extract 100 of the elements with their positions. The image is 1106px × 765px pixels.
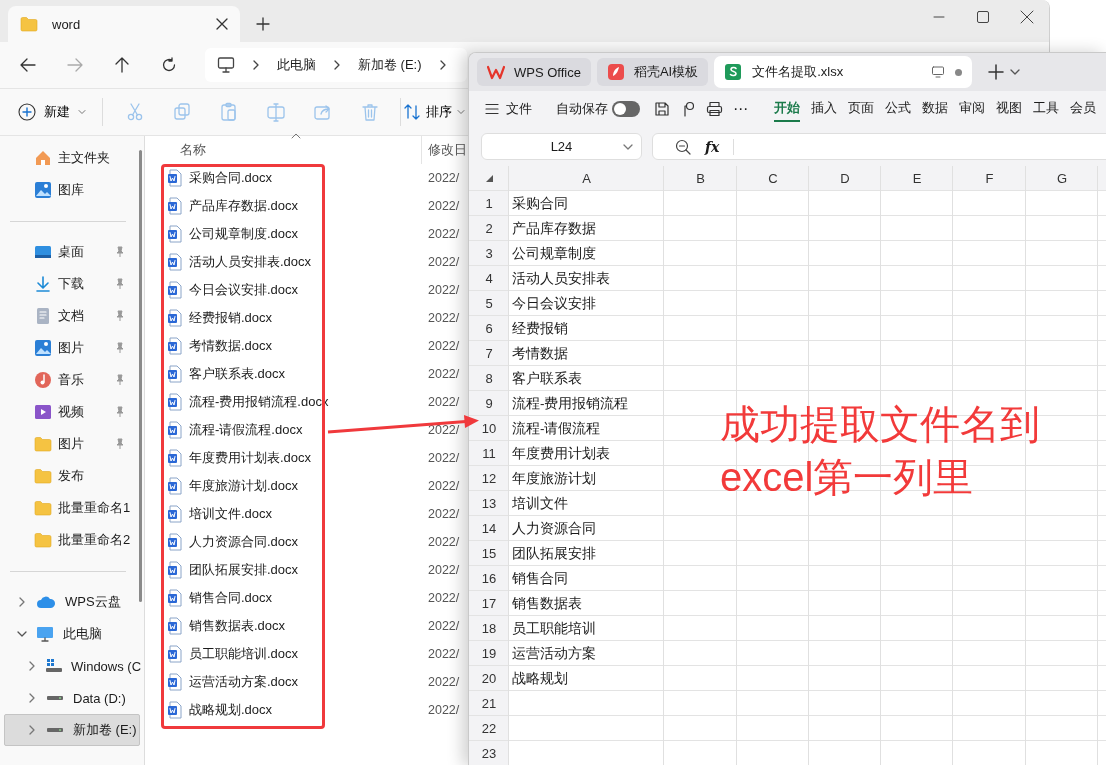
ribbon-tab[interactable]: 数据 — [922, 96, 948, 122]
row-number[interactable]: 9 — [485, 396, 493, 411]
sidebar-item[interactable]: 视频 — [0, 396, 144, 428]
ribbon-tab[interactable]: 视图 — [996, 96, 1022, 122]
column-header[interactable]: 名称 — [180, 142, 206, 157]
file-name[interactable]: 年度费用计划表.docx — [189, 449, 312, 467]
file-name[interactable]: 培训文件.docx — [189, 505, 273, 523]
ribbon-tab[interactable]: 页面 — [848, 96, 874, 122]
row-number[interactable]: 19 — [481, 646, 497, 661]
document-tab[interactable]: 文件名提取.xlsx — [714, 56, 973, 88]
row-number[interactable]: 7 — [485, 346, 493, 361]
formula-bar[interactable]: fx — [652, 133, 1106, 160]
tree-item[interactable]: WPS云盘 — [4, 586, 140, 618]
column-header[interactable]: A — [582, 171, 591, 186]
row-number[interactable]: 21 — [481, 696, 497, 711]
file-name[interactable]: 团队拓展安排.docx — [189, 561, 299, 579]
row-number[interactable]: 22 — [481, 721, 497, 736]
file-name[interactable]: 经费报销.docx — [189, 309, 273, 327]
row-number[interactable]: 1 — [485, 196, 493, 211]
row-number[interactable]: 12 — [481, 471, 497, 486]
ribbon-tab[interactable]: 开始 — [774, 96, 800, 122]
row-number[interactable]: 15 — [481, 546, 497, 561]
row-number[interactable]: 13 — [481, 496, 497, 511]
sidebar-item[interactable]: 下载 — [0, 268, 144, 300]
tree-item[interactable]: 此电脑 — [4, 618, 140, 650]
breadcrumb-item[interactable]: 此电脑 — [277, 56, 316, 74]
ribbon-tab[interactable]: 工具 — [1033, 96, 1059, 122]
sidebar-item[interactable]: 桌面 — [0, 236, 144, 268]
sidebar-item[interactable]: 批量重命名1 — [0, 492, 144, 524]
table-cell: 活动人员安排表 — [512, 269, 610, 288]
sidebar-item[interactable]: 批量重命名2 — [0, 524, 144, 556]
column-header[interactable]: D — [840, 171, 850, 186]
file-name[interactable]: 运营活动方案.docx — [189, 673, 299, 691]
row-number[interactable]: 20 — [481, 671, 497, 686]
file-name[interactable]: 今日会议安排.docx — [189, 281, 299, 299]
address-bar[interactable]: 此电脑 新加卷 (E:) — [205, 48, 467, 82]
file-name[interactable]: 产品库存数据.docx — [189, 197, 299, 215]
tree-item[interactable]: 新加卷 (E:) — [4, 714, 140, 746]
sidebar-item[interactable]: 发布 — [0, 460, 144, 492]
table-cell: 年度费用计划表 — [512, 444, 610, 463]
column-header[interactable]: B — [696, 171, 705, 186]
name-box[interactable]: L24 — [481, 133, 642, 160]
row-number[interactable]: 16 — [481, 571, 497, 586]
document-tab[interactable]: 稻壳AI模板 — [596, 58, 709, 86]
sidebar-item[interactable]: 主文件夹 — [0, 142, 144, 174]
file-name[interactable]: 活动人员安排表.docx — [189, 253, 312, 271]
window-tab[interactable]: word — [8, 6, 240, 42]
row-number[interactable]: 11 — [482, 446, 496, 461]
column-header[interactable]: E — [912, 171, 922, 186]
document-tab[interactable]: WPS Office — [477, 58, 591, 86]
row-number[interactable]: 6 — [485, 321, 493, 336]
ribbon-tab[interactable]: 审阅 — [959, 96, 985, 122]
tree-item[interactable]: Data (D:) — [4, 682, 140, 714]
column-header[interactable]: G — [1056, 171, 1068, 186]
column-header[interactable]: 修改日 — [428, 141, 467, 159]
autosave-toggle[interactable] — [612, 101, 640, 117]
word-document-icon — [167, 505, 183, 523]
table-cell: 战略规划 — [512, 669, 568, 688]
column-header[interactable]: F — [985, 171, 994, 186]
file-name[interactable]: 销售数据表.docx — [189, 617, 286, 635]
breadcrumb-item[interactable]: 新加卷 (E:) — [358, 56, 422, 74]
music-icon — [34, 371, 52, 389]
file-name[interactable]: 销售合同.docx — [189, 589, 273, 607]
row-number[interactable]: 10 — [481, 421, 497, 436]
sidebar-item[interactable]: 图库 — [0, 174, 144, 206]
row-number[interactable]: 14 — [481, 521, 497, 536]
file-name[interactable]: 战略规划.docx — [189, 701, 273, 719]
row-number[interactable]: 4 — [485, 271, 493, 286]
file-name[interactable]: 人力资源合同.docx — [189, 533, 299, 551]
file-name[interactable]: 采购合同.docx — [189, 169, 273, 187]
row-number[interactable]: 23 — [481, 746, 497, 761]
file-name[interactable]: 流程-请假流程.docx — [189, 421, 303, 439]
file-name[interactable]: 考情数据.docx — [189, 337, 273, 355]
file-name[interactable]: 公司规章制度.docx — [189, 225, 299, 243]
row-number[interactable]: 18 — [481, 621, 497, 636]
ribbon-tab[interactable]: 插入 — [811, 96, 837, 122]
table-cell: 年度旅游计划 — [512, 469, 596, 488]
file-name[interactable]: 员工职能培训.docx — [189, 645, 299, 663]
column-header[interactable]: C — [768, 171, 778, 186]
sort-button[interactable]: 排序 — [403, 103, 465, 121]
new-button[interactable]: 新建 — [18, 103, 90, 121]
row-number[interactable]: 17 — [481, 596, 497, 611]
sidebar-item[interactable]: 图片 — [0, 332, 144, 364]
desktop-icon — [34, 243, 52, 261]
row-number[interactable]: 3 — [485, 246, 493, 261]
file-name[interactable]: 客户联系表.docx — [189, 365, 286, 383]
ribbon-tab[interactable]: 会员 — [1070, 96, 1096, 122]
sidebar-item[interactable]: 图片 — [0, 428, 144, 460]
sidebar-item[interactable]: 音乐 — [0, 364, 144, 396]
modified-date: 2022/ — [427, 199, 460, 213]
tree-item[interactable]: Windows (C — [4, 650, 140, 682]
file-name[interactable]: 年度旅游计划.docx — [189, 477, 299, 495]
sidebar-item[interactable]: 文档 — [0, 300, 144, 332]
table-cell: 产品库存数据 — [512, 219, 596, 238]
ribbon-tab[interactable]: 公式 — [885, 96, 911, 122]
row-number[interactable]: 2 — [485, 221, 493, 236]
more-button[interactable]: ⋯ — [733, 100, 748, 118]
row-number[interactable]: 5 — [485, 296, 493, 311]
file-menu[interactable]: 文件 — [485, 100, 532, 118]
row-number[interactable]: 8 — [485, 371, 493, 386]
